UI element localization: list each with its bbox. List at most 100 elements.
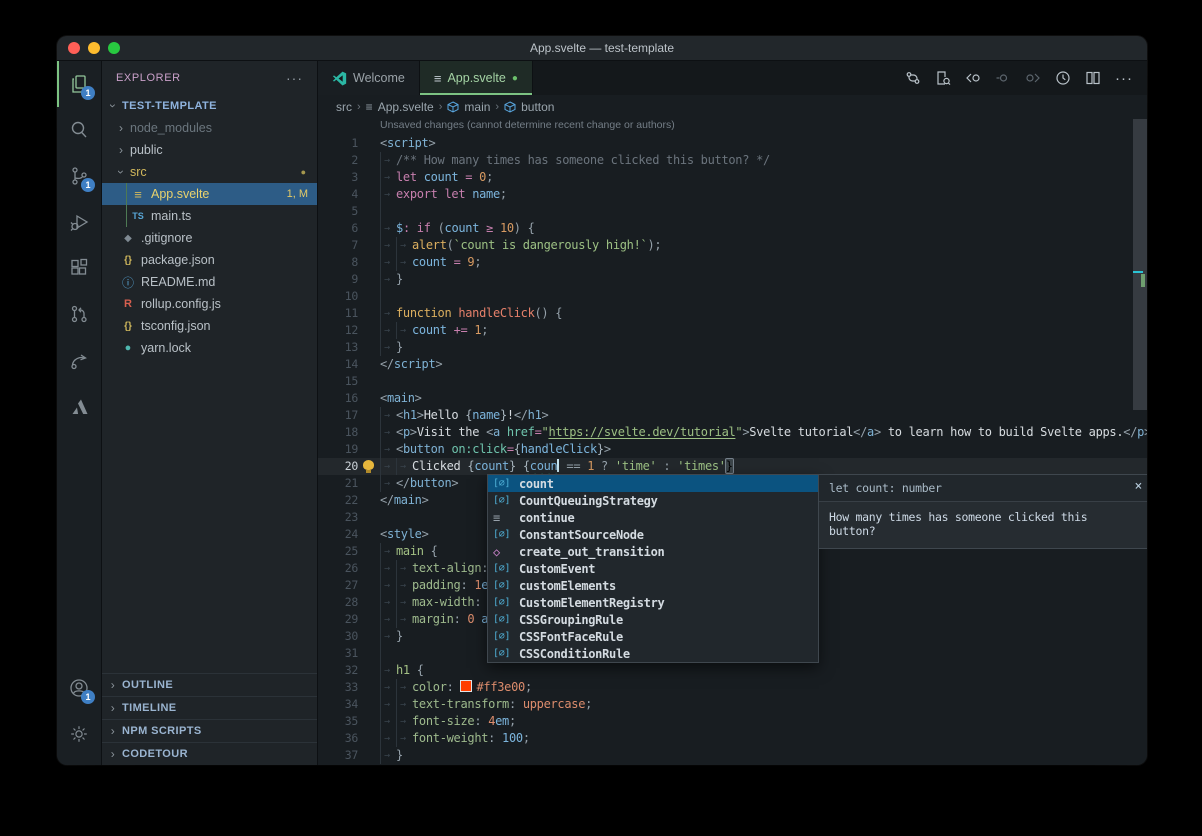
- section-timeline[interactable]: ›TIMELINE: [102, 696, 317, 719]
- folder-src[interactable]: ›src●: [102, 161, 317, 183]
- code-line[interactable]: 32→h1 {: [318, 662, 1147, 679]
- run-and-debug-icon[interactable]: [57, 199, 101, 245]
- code-line[interactable]: 8→→count = 9;: [318, 254, 1147, 271]
- section-codetour[interactable]: ›CODETOUR: [102, 742, 317, 765]
- suggestion-CSSConditionRule[interactable]: [∅]CSSConditionRule: [488, 645, 818, 662]
- section-outline[interactable]: ›OUTLINE: [102, 673, 317, 696]
- settings-gear-icon[interactable]: [57, 711, 101, 757]
- line-number: 2: [318, 152, 358, 169]
- code-line[interactable]: 4→export let name;: [318, 186, 1147, 203]
- open-changes-icon[interactable]: [935, 70, 951, 86]
- file-rollup.config.js[interactable]: Rrollup.config.js: [102, 293, 317, 315]
- search-icon[interactable]: [57, 107, 101, 153]
- suggestion-doc: How many times has someone clicked this …: [819, 502, 1147, 548]
- zoom-window-button[interactable]: [108, 42, 120, 54]
- file-main.ts[interactable]: TSmain.ts: [102, 205, 317, 227]
- line-number: 3: [318, 169, 358, 186]
- file-README.md[interactable]: ⓘREADME.md: [102, 271, 317, 293]
- line-number: 11: [318, 305, 358, 322]
- editor-scrollbar[interactable]: [1133, 119, 1147, 410]
- symbol-cube-icon: [504, 101, 516, 113]
- accounts-icon[interactable]: 1: [57, 665, 101, 711]
- file-tsconfig.json[interactable]: {}tsconfig.json: [102, 315, 317, 337]
- code-line[interactable]: 11→function handleClick() {: [318, 305, 1147, 322]
- file-package.json[interactable]: {}package.json: [102, 249, 317, 271]
- tab-app-svelte[interactable]: ≡ App.svelte ●: [420, 61, 533, 95]
- open-timeline-icon[interactable]: [1055, 70, 1071, 86]
- explorer-badge: 1: [81, 86, 95, 100]
- code-line[interactable]: 33→→color: #ff3e00;: [318, 679, 1147, 696]
- code-line[interactable]: 36→→font-weight: 100;: [318, 730, 1147, 747]
- code-line[interactable]: 37→}: [318, 747, 1147, 764]
- previous-change-inactive-icon[interactable]: [995, 70, 1011, 86]
- code-line[interactable]: 35→→font-size: 4em;: [318, 713, 1147, 730]
- code-editor[interactable]: Unsaved changes (cannot determine recent…: [318, 118, 1147, 765]
- code-line[interactable]: 19→<button on:click={handleClick}>: [318, 441, 1147, 458]
- code-line[interactable]: 2→/** How many times has someone clicked…: [318, 152, 1147, 169]
- explorer-icon[interactable]: 1: [57, 61, 101, 107]
- code-line[interactable]: 3→let count = 0;: [318, 169, 1147, 186]
- symbol-variable-icon: [∅]: [493, 495, 519, 506]
- color-swatch[interactable]: [460, 680, 472, 692]
- breadcrumb-file[interactable]: App.svelte: [378, 100, 434, 114]
- file-yarn.lock[interactable]: ●yarn.lock: [102, 337, 317, 359]
- code-line[interactable]: 16<main>: [318, 390, 1147, 407]
- close-icon[interactable]: ×: [1134, 479, 1142, 494]
- code-line[interactable]: 13→}: [318, 339, 1147, 356]
- split-editor-icon[interactable]: [1085, 70, 1101, 86]
- code-line[interactable]: 14</script>: [318, 356, 1147, 373]
- suggestion-continue[interactable]: ≡continue: [488, 509, 818, 526]
- code-line[interactable]: 34→→text-transform: uppercase;: [318, 696, 1147, 713]
- explorer-more-actions-icon[interactable]: ···: [286, 70, 303, 86]
- chevron-right-icon: ›: [108, 747, 118, 761]
- minimize-window-button[interactable]: [88, 42, 100, 54]
- suggestion-CountQueuingStrategy[interactable]: [∅]CountQueuingStrategy: [488, 492, 818, 509]
- next-change-inactive-icon[interactable]: [1025, 70, 1041, 86]
- more-actions-icon[interactable]: ···: [1115, 70, 1133, 87]
- suggestion-CustomEvent[interactable]: [∅]CustomEvent: [488, 560, 818, 577]
- code-line[interactable]: 6→$: if (count ≥ 10) {: [318, 220, 1147, 237]
- breadcrumb-main[interactable]: main: [464, 100, 490, 114]
- line-number: 37: [318, 747, 358, 764]
- code-line[interactable]: 10→: [318, 288, 1147, 305]
- extensions-icon[interactable]: [57, 245, 101, 291]
- code-line[interactable]: 12→→count += 1;: [318, 322, 1147, 339]
- file-.gitignore[interactable]: ◆.gitignore: [102, 227, 317, 249]
- codelens-unsaved-changes[interactable]: Unsaved changes (cannot determine recent…: [318, 118, 1147, 135]
- code-line[interactable]: 18→<p>Visit the <a href="https://svelte.…: [318, 424, 1147, 441]
- desktop: App.svelte — test-template 1: [0, 0, 1202, 836]
- code-line[interactable]: 7→→alert(`count is dangerously high!`);: [318, 237, 1147, 254]
- section-npm-scripts[interactable]: ›NPM SCRIPTS: [102, 719, 317, 742]
- suggestion-CSSFontFaceRule[interactable]: [∅]CSSFontFaceRule: [488, 628, 818, 645]
- lightbulb-icon[interactable]: [363, 460, 374, 470]
- code-line[interactable]: 9→}: [318, 271, 1147, 288]
- azure-icon[interactable]: [57, 383, 101, 429]
- close-window-button[interactable]: [68, 42, 80, 54]
- github-pull-requests-icon[interactable]: [57, 291, 101, 337]
- code-line[interactable]: 15: [318, 373, 1147, 390]
- title-bar[interactable]: App.svelte — test-template: [57, 36, 1147, 61]
- project-root-folder[interactable]: › TEST-TEMPLATE: [102, 95, 317, 117]
- code-line[interactable]: 1<script>: [318, 135, 1147, 152]
- source-control-icon[interactable]: 1: [57, 153, 101, 199]
- compare-changes-icon[interactable]: [905, 70, 921, 86]
- code-line[interactable]: 5→: [318, 203, 1147, 220]
- file-lines-icon: ≡: [366, 100, 373, 114]
- code-line[interactable]: 20→→Clicked {count} {coun == 1 ? 'time' …: [318, 458, 1147, 475]
- suggestion-CustomElementRegistry[interactable]: [∅]CustomElementRegistry: [488, 594, 818, 611]
- suggestion-create_out_transition[interactable]: ◇create_out_transition: [488, 543, 818, 560]
- breadcrumb-button[interactable]: button: [521, 100, 554, 114]
- suggestion-CSSGroupingRule[interactable]: [∅]CSSGroupingRule: [488, 611, 818, 628]
- line-number: 35: [318, 713, 358, 730]
- live-share-icon[interactable]: [57, 337, 101, 383]
- folder-public[interactable]: ›public: [102, 139, 317, 161]
- previous-change-icon[interactable]: [965, 70, 981, 86]
- suggestion-count[interactable]: [∅]count: [488, 475, 818, 492]
- suggestion-customElements[interactable]: [∅]customElements: [488, 577, 818, 594]
- code-line[interactable]: 17→<h1>Hello {name}!</h1>: [318, 407, 1147, 424]
- suggestion-ConstantSourceNode[interactable]: [∅]ConstantSourceNode: [488, 526, 818, 543]
- file-App.svelte[interactable]: ≡App.svelte1, M: [102, 183, 317, 205]
- breadcrumb-src[interactable]: src: [336, 100, 352, 114]
- folder-node_modules[interactable]: ›node_modules: [102, 117, 317, 139]
- tab-welcome[interactable]: Welcome: [318, 61, 420, 95]
